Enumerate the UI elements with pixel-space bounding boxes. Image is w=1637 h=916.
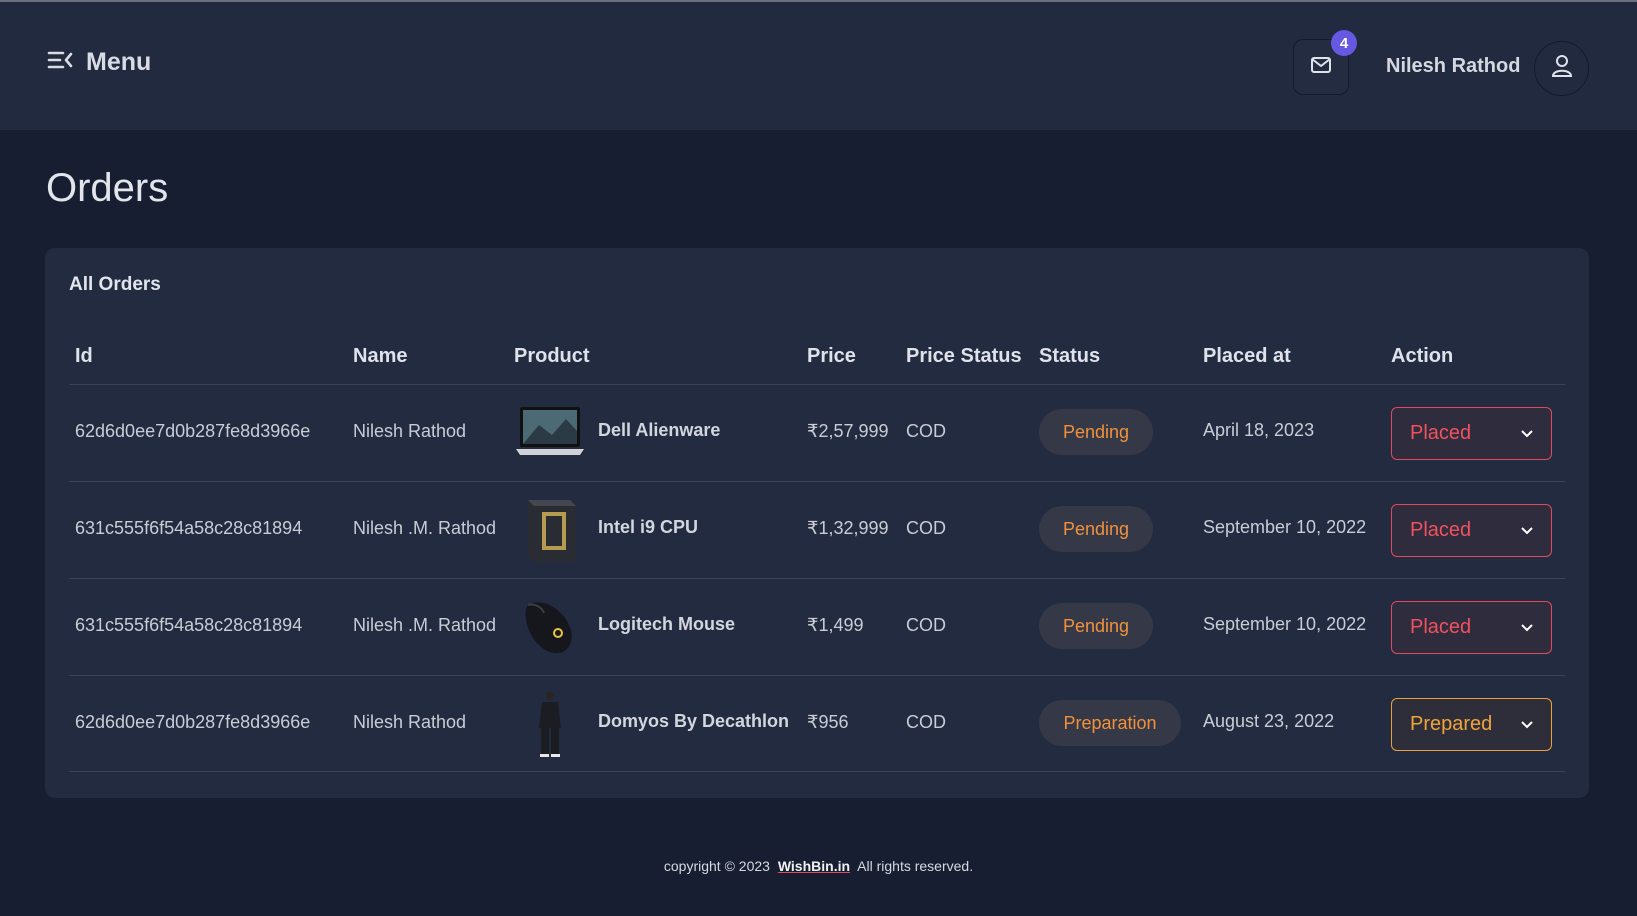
product-image-laptop xyxy=(516,407,584,455)
placed-at-date: August 23, 2022 xyxy=(1203,711,1335,731)
chevron-down-icon xyxy=(1521,624,1533,632)
column-header-product: Product xyxy=(514,345,590,367)
column-header-price-status: Price Status xyxy=(906,345,1022,367)
table-row: 62d6d0ee7d0b287fe8d3966e Nilesh Rathod D… xyxy=(69,384,1565,481)
order-id: 631c555f6f54a58c28c81894 xyxy=(75,518,303,538)
product-image-tracksuit xyxy=(539,692,561,757)
column-header-action: Action xyxy=(1391,345,1454,367)
product-name: Dell Alienware xyxy=(598,420,721,440)
customer-name: Nilesh .M. Rathod xyxy=(353,615,497,635)
table-row: 631c555f6f54a58c28c81894 Nilesh .M. Rath… xyxy=(69,481,1565,578)
product-name: Intel i9 CPU xyxy=(598,517,699,537)
user-avatar-button[interactable] xyxy=(1534,41,1589,96)
price: ₹956 xyxy=(807,712,849,732)
card-title: All Orders xyxy=(69,274,161,295)
user-icon xyxy=(1551,54,1573,83)
price-status: COD xyxy=(906,712,946,732)
top-header: Menu 4 Nilesh Rathod xyxy=(0,2,1637,130)
price: ₹1,32,999 xyxy=(807,518,889,538)
column-header-price: Price xyxy=(807,345,856,367)
product-image-mouse xyxy=(525,602,572,654)
action-select[interactable]: Placed xyxy=(1391,601,1552,654)
action-value: Placed xyxy=(1410,519,1472,541)
action-select[interactable]: Placed xyxy=(1391,504,1552,557)
customer-name: Nilesh Rathod xyxy=(353,712,467,732)
orders-card: All Orders Id Name Product Price Price S… xyxy=(45,248,1589,798)
page-title: Orders xyxy=(46,166,169,210)
user-name: Nilesh Rathod xyxy=(1386,55,1521,77)
footer-rights: All rights reserved. xyxy=(857,858,974,874)
status-badge: Pending xyxy=(1039,409,1153,455)
column-header-id: Id xyxy=(75,345,93,367)
chevron-down-icon xyxy=(1521,527,1533,535)
placed-at-date: September 10, 2022 xyxy=(1203,614,1367,634)
customer-name: Nilesh Rathod xyxy=(353,421,467,441)
column-header-name: Name xyxy=(353,345,408,367)
mail-icon xyxy=(1310,56,1332,79)
price: ₹2,57,999 xyxy=(807,421,889,441)
action-value: Placed xyxy=(1410,422,1472,444)
product-name: Domyos By Decathlon xyxy=(598,711,790,731)
product-name: Logitech Mouse xyxy=(598,614,736,634)
table-row: 631c555f6f54a58c28c81894 Nilesh .M. Rath… xyxy=(69,578,1565,675)
price: ₹1,499 xyxy=(807,615,864,635)
price-status: COD xyxy=(906,615,946,635)
action-select[interactable]: Placed xyxy=(1391,407,1552,460)
status-badge: Pending xyxy=(1039,506,1153,552)
chevron-down-icon xyxy=(1521,430,1533,438)
order-id: 631c555f6f54a58c28c81894 xyxy=(75,615,303,635)
table-row: 62d6d0ee7d0b287fe8d3966e Nilesh Rathod D… xyxy=(69,675,1565,772)
column-header-status: Status xyxy=(1039,345,1101,367)
price-status: COD xyxy=(906,518,946,538)
footer: copyright © 2023 WishBin.in All rights r… xyxy=(0,858,1637,874)
placed-at-date: April 18, 2023 xyxy=(1203,420,1315,440)
menu-button[interactable]: Menu xyxy=(46,48,151,77)
footer-copyright: copyright © 2023 xyxy=(663,858,770,874)
status-badge: Pending xyxy=(1039,603,1153,649)
product-image-cpu xyxy=(528,500,576,562)
price-status: COD xyxy=(906,421,946,441)
column-header-placed-at: Placed at xyxy=(1203,345,1291,367)
action-value: Placed xyxy=(1410,616,1472,638)
order-id: 62d6d0ee7d0b287fe8d3966e xyxy=(75,712,311,732)
menu-icon xyxy=(46,48,74,77)
status-badge: Preparation xyxy=(1039,700,1181,746)
menu-label: Menu xyxy=(86,48,152,76)
action-value: Prepared xyxy=(1410,713,1493,735)
chevron-down-icon xyxy=(1521,721,1533,729)
footer-site-link[interactable]: WishBin.in xyxy=(778,858,850,874)
customer-name: Nilesh .M. Rathod xyxy=(353,518,497,538)
placed-at-date: September 10, 2022 xyxy=(1203,517,1367,537)
order-id: 62d6d0ee7d0b287fe8d3966e xyxy=(75,421,311,441)
notification-count-badge: 4 xyxy=(1331,30,1357,56)
action-select[interactable]: Prepared xyxy=(1391,698,1552,751)
